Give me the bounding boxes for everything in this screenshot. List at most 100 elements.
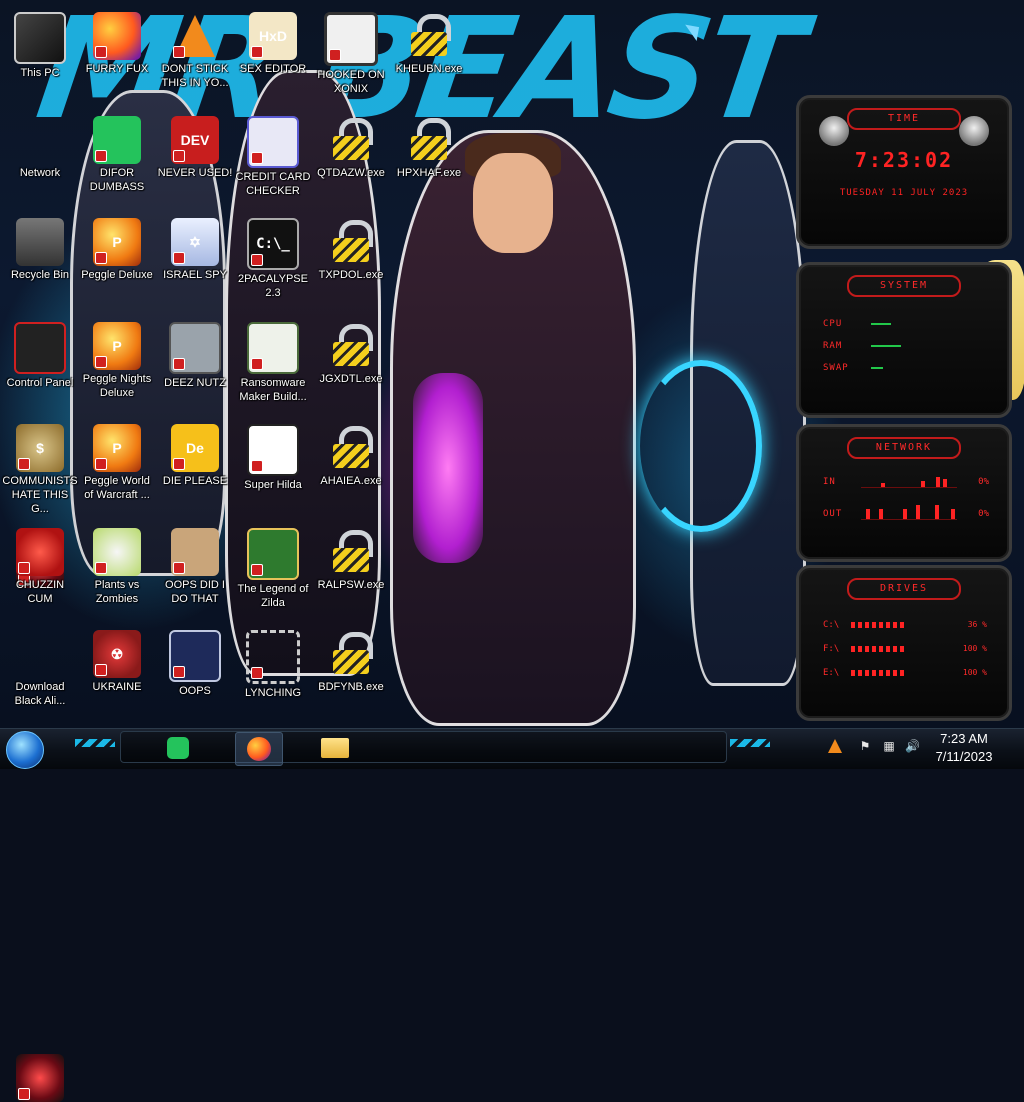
padlock-icon bbox=[327, 630, 375, 678]
network-tray-icon[interactable]: ▦ bbox=[882, 739, 896, 753]
drive-value: 36 % bbox=[967, 620, 987, 629]
terminal-icon: C:\_ bbox=[247, 218, 299, 270]
desktop-icon-dont-stick[interactable]: DONT STICK THIS IN YO... bbox=[157, 8, 233, 108]
taskbar-firefox-button[interactable] bbox=[235, 732, 283, 766]
desktop-icon-peggle-deluxe[interactable]: P Peggle Deluxe bbox=[79, 214, 155, 314]
system-gadget[interactable]: SYSTEM CPU RAM SWAP bbox=[796, 262, 1012, 418]
vlc-tray-icon[interactable] bbox=[828, 739, 842, 753]
desktop-icon-hpxhaf[interactable]: HPXHAF.exe bbox=[391, 112, 467, 212]
computer-icon bbox=[14, 12, 66, 64]
desktop-icon-label: Ransomware Maker Build... bbox=[239, 377, 307, 403]
desktop-icon-deez-nutz[interactable]: DEEZ NUTZ bbox=[157, 318, 233, 418]
desktop-icon-label: DEEZ NUTZ bbox=[164, 377, 226, 389]
desktop-icon-qtdazw[interactable]: QTDAZW.exe bbox=[313, 112, 389, 212]
desktop-icon-txpdol[interactable]: TXPDOL.exe bbox=[313, 214, 389, 314]
desktop-icon-kheubn[interactable]: KHEUBN.exe bbox=[391, 8, 467, 108]
desktop-icon-never-used[interactable]: DEV NEVER USED! bbox=[157, 112, 233, 212]
desktop-icon-label: The Legend of Zilda bbox=[237, 583, 309, 609]
portrait-icon bbox=[171, 528, 219, 576]
network-graph bbox=[861, 469, 957, 488]
desktop-icon-label: ISRAEL SPY bbox=[163, 269, 227, 281]
meter-label: SWAP bbox=[823, 363, 849, 373]
shortcut-badge-icon bbox=[251, 667, 263, 679]
desktop-icon-label: UKRAINE bbox=[92, 681, 142, 693]
start-button[interactable] bbox=[6, 731, 44, 769]
desktop-icon-label: Download Black Ali... bbox=[14, 681, 66, 707]
drive-row-f: F:\ 100 % bbox=[811, 638, 997, 662]
desktop-icon-oops-did-i[interactable]: OOPS DID I DO THAT bbox=[157, 524, 233, 624]
time-gadget[interactable]: TIME 7:23:02 TUESDAY 11 JULY 2023 bbox=[796, 95, 1012, 249]
drive-row-e: E:\ 100 % bbox=[811, 662, 997, 686]
drive-row-c: C:\ 36 % bbox=[811, 614, 997, 638]
shortcut-badge-icon bbox=[95, 664, 107, 676]
volume-icon[interactable]: 🔊 bbox=[905, 739, 920, 753]
shortcut-badge-icon bbox=[173, 150, 185, 162]
desktop-icon-peggle-wow[interactable]: P Peggle World of Warcraft ... bbox=[79, 420, 155, 520]
shortcut-badge-icon bbox=[95, 458, 107, 470]
desktop-icon-pvz[interactable]: Plants vs Zombies bbox=[79, 524, 155, 624]
shortcut-badge-icon bbox=[251, 358, 263, 370]
shortcut-badge-icon bbox=[329, 49, 341, 61]
taskbar-discord-button[interactable] bbox=[155, 732, 201, 764]
desktop-icon-label: CREDIT CARD CHECKER bbox=[235, 171, 311, 197]
shortcut-badge-icon bbox=[251, 564, 263, 576]
desktop-icon-bdfynb[interactable]: BDFYNB.exe bbox=[313, 626, 389, 726]
ransomware-app-icon bbox=[247, 322, 299, 374]
desktop-icon-label: CHUZZIN CUM bbox=[15, 579, 65, 605]
desktop-icon-label: LYNCHING bbox=[244, 687, 302, 699]
desktop-icon-israel-spy[interactable]: ✡ ISRAEL SPY bbox=[157, 214, 233, 314]
padlock-icon bbox=[405, 116, 453, 164]
taskbar-accent bbox=[730, 739, 770, 747]
discord-green-icon bbox=[167, 737, 189, 759]
desktop-icon-sex-editor[interactable]: HxD SEX EDITOR bbox=[235, 8, 311, 108]
desktop-icon-difor[interactable]: DIFOR DUMBASS bbox=[79, 112, 155, 212]
desktop-icon-download-black-ali[interactable]: Download Black Ali... bbox=[2, 626, 78, 1102]
drive-label: C:\ bbox=[823, 620, 840, 630]
desktop-icon-jgxdtl[interactable]: JGXDTL.exe bbox=[313, 318, 389, 418]
gadget-title: SYSTEM bbox=[847, 275, 961, 297]
shortcut-badge-icon bbox=[95, 46, 107, 58]
desktop-icon-grid: This PC Network Recycle Bin Control Pane… bbox=[0, 0, 470, 1102]
drives-gadget[interactable]: DRIVES C:\ 36 % F:\ 100 % E:\ 100 % bbox=[796, 565, 1012, 721]
taskbar-clock[interactable]: 7:23 AM 7/11/2023 bbox=[924, 730, 1004, 766]
desktop-icon-hooked-on-xonix[interactable]: HOOKED ON XONIX bbox=[313, 8, 389, 108]
desktop-icon-label: Peggle Nights Deluxe bbox=[82, 373, 152, 399]
desktop-icon-control-panel[interactable]: Control Panel bbox=[2, 318, 78, 418]
network-icon bbox=[16, 1054, 64, 1102]
desktop-icon-ransomware-maker[interactable]: Ransomware Maker Build... bbox=[235, 318, 311, 418]
taskbar-file-explorer-button[interactable] bbox=[312, 732, 358, 764]
shortcut-badge-icon bbox=[251, 46, 263, 58]
shortcut-badge-icon bbox=[173, 358, 185, 370]
meter-label: CPU bbox=[823, 319, 843, 329]
desktop-icon-die-please[interactable]: De DIE PLEASE bbox=[157, 420, 233, 520]
desktop-icon-this-pc[interactable]: This PC bbox=[2, 8, 78, 108]
desktop-icon-2pacalypse[interactable]: C:\_ 2PACALYPSE 2.3 bbox=[235, 214, 311, 314]
desktop-icon-lynching[interactable]: LYNCHING bbox=[235, 626, 311, 726]
desktop-icon-ahaiea[interactable]: AHAIEA.exe bbox=[313, 420, 389, 520]
dev-cpp-icon: DEV bbox=[171, 116, 219, 164]
wallpaper-swirl bbox=[640, 360, 762, 532]
desktop-icon-label: DIE PLEASE bbox=[162, 475, 228, 487]
desktop-icon-label: SEX EDITOR bbox=[239, 63, 307, 75]
rope-icon bbox=[246, 630, 300, 684]
desktop-icon-chuzzin[interactable]: CHUZZIN CUM bbox=[2, 524, 78, 624]
desktop-icon-credit-card[interactable]: CREDIT CARD CHECKER bbox=[235, 112, 311, 212]
desktop-icon-ralpsw[interactable]: RALPSW.exe bbox=[313, 524, 389, 624]
network-gadget[interactable]: NETWORK IN 0% OUT 0% bbox=[796, 424, 1012, 562]
de-app-icon: De bbox=[171, 424, 219, 472]
desktop-icon-label: Plants vs Zombies bbox=[94, 579, 140, 605]
desktop-icon-legend-of-zilda[interactable]: The Legend of Zilda bbox=[235, 524, 311, 624]
desktop-icon-furry-fux[interactable]: FURRY FUX bbox=[79, 8, 155, 108]
gadget-title: TIME bbox=[847, 108, 961, 130]
desktop-icon-ukraine[interactable]: ☢ UKRAINE bbox=[79, 626, 155, 726]
desktop-icon-super-hilda[interactable]: Super Hilda bbox=[235, 420, 311, 520]
money-bag-icon: $ bbox=[16, 424, 64, 472]
flag-icon[interactable]: ⚑ bbox=[858, 739, 872, 753]
desktop-icon-oops[interactable]: OOPS bbox=[157, 626, 233, 726]
desktop-icon-peggle-nights[interactable]: P Peggle Nights Deluxe bbox=[79, 318, 155, 418]
desktop-icon-label: This PC bbox=[20, 67, 60, 79]
taskbar-accent bbox=[75, 739, 115, 747]
desktop-icon-communists[interactable]: $ COMMUNISTS HATE THIS G... bbox=[2, 420, 78, 520]
desktop-icon-network[interactable]: Network bbox=[2, 112, 78, 588]
desktop-icon-recycle-bin[interactable]: Recycle Bin bbox=[2, 214, 78, 314]
